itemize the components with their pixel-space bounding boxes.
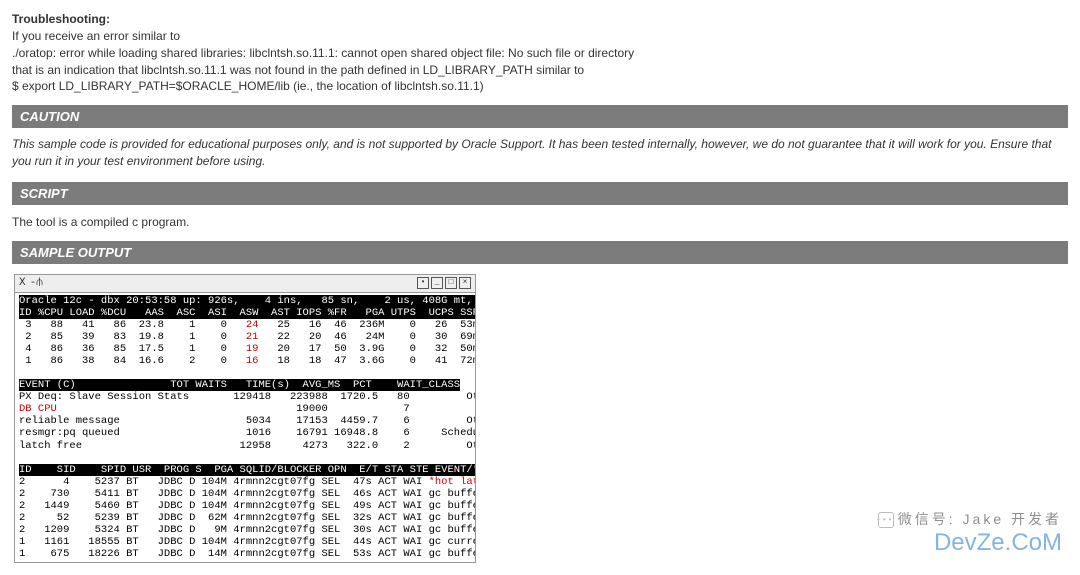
pin-icon: -⫛ [30, 277, 43, 289]
ts-line1: If you receive an error similar to [12, 28, 1068, 45]
watermark-logo: DevZe.CoM [878, 529, 1062, 557]
troubleshooting-text: If you receive an error similar to ./ora… [12, 28, 1068, 95]
ts-line4: $ export LD_LIBRARY_PATH=$ORACLE_HOME/li… [12, 78, 1068, 95]
x-icon: X [19, 277, 26, 289]
watermark: 微信号: Jake 开发者 DevZe.CoM [878, 509, 1062, 557]
ts-line3: that is an indication that libclntsh.so.… [12, 62, 1068, 79]
script-text: The tool is a compiled c program. [12, 215, 1068, 229]
terminal-titlebar: X -⫛ • _ □ × [15, 275, 475, 293]
troubleshooting-title: Troubleshooting: [12, 12, 1068, 26]
close-button[interactable]: × [459, 277, 471, 289]
caution-header: CAUTION [12, 105, 1068, 128]
ts-line2: ./oratop: error while loading shared lib… [12, 45, 1068, 62]
troubleshooting-block: Troubleshooting: If you receive an error… [12, 12, 1068, 95]
terminal-content: Oracle 12c - dbx 20:53:58 up: 926s, 4 in… [15, 293, 475, 562]
caution-text: This sample code is provided for educati… [12, 136, 1068, 170]
dot-button[interactable]: • [417, 277, 429, 289]
watermark-cn: 微信号: Jake 开发者 [878, 509, 1062, 529]
wechat-icon [878, 512, 894, 528]
sample-header: SAMPLE OUTPUT [12, 241, 1068, 264]
maximize-button[interactable]: □ [445, 277, 457, 289]
terminal-window: X -⫛ • _ □ × Oracle 12c - dbx 20:53:58 u… [14, 274, 476, 563]
minimize-button[interactable]: _ [431, 277, 443, 289]
script-header: SCRIPT [12, 182, 1068, 205]
